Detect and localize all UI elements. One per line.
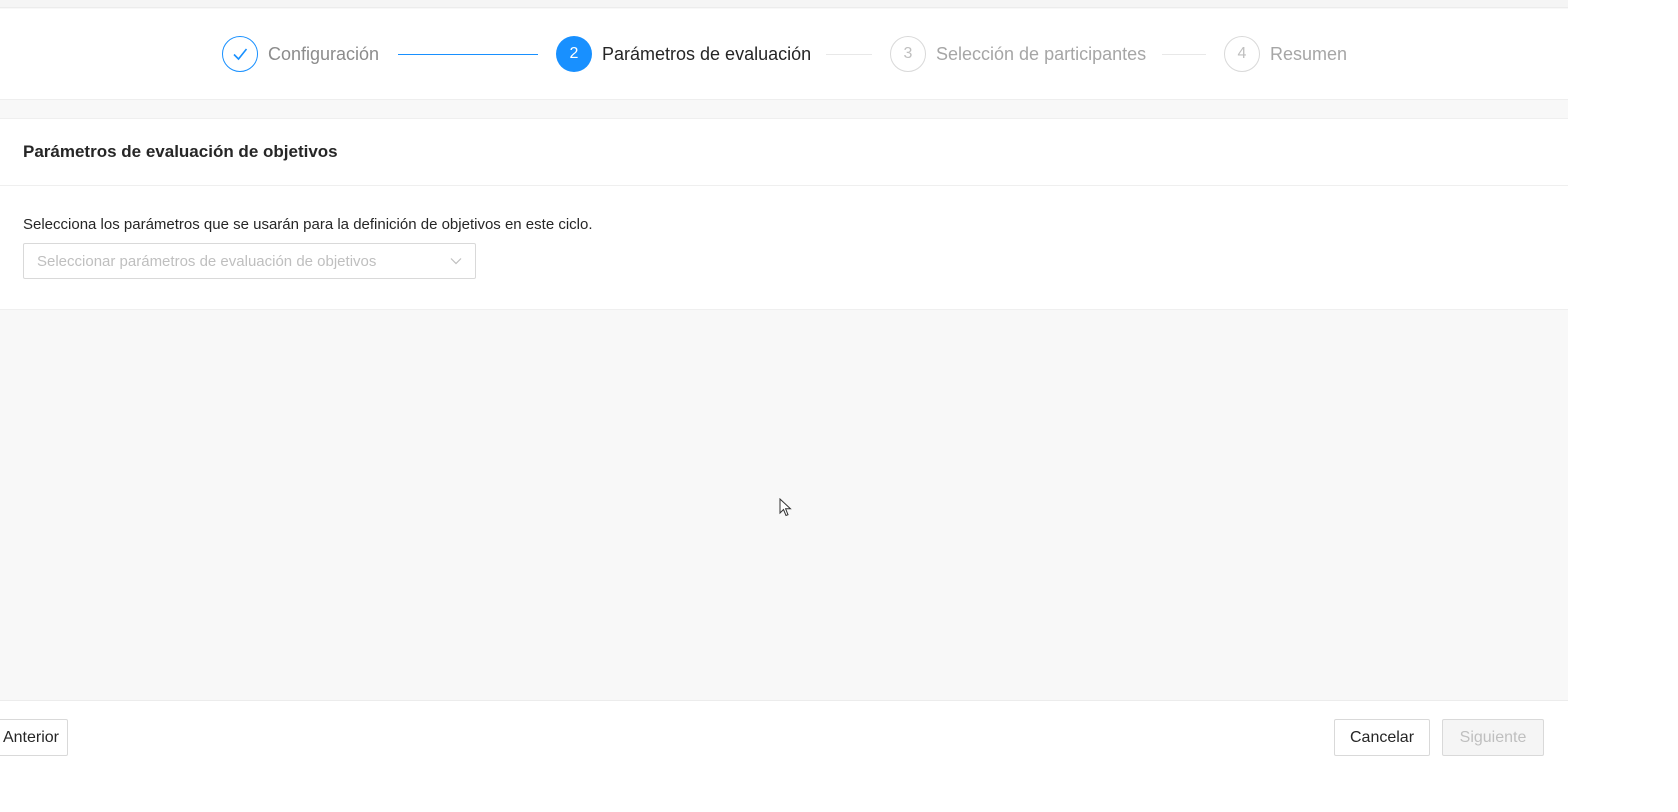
step-label: Selección de participantes bbox=[936, 43, 1147, 64]
card-description: Selecciona los parámetros que se usarán … bbox=[23, 216, 593, 233]
step-seleccion: 3 Selección de participantes bbox=[890, 36, 1146, 72]
step-resumen: 4 Resumen bbox=[1224, 36, 1347, 72]
wizard-footer: Anterior Cancelar Siguiente bbox=[0, 700, 1568, 812]
mouse-cursor-icon bbox=[779, 498, 792, 517]
select-placeholder: Seleccionar parámetros de evaluación de … bbox=[37, 252, 377, 270]
step-parametros[interactable]: 2 Parámetros de evaluación bbox=[556, 36, 811, 72]
step-number: 4 bbox=[1224, 36, 1260, 72]
step-number: 2 bbox=[556, 36, 592, 72]
cancel-button[interactable]: Cancelar bbox=[1334, 719, 1430, 756]
steps-bar: Configuración 2 Parámetros de evaluación… bbox=[0, 9, 1568, 100]
top-divider bbox=[0, 0, 1568, 8]
objectives-parameters-card: Parámetros de evaluación de objetivos Se… bbox=[0, 118, 1568, 310]
step-label: Configuración bbox=[268, 43, 380, 64]
wizard-page: Configuración 2 Parámetros de evaluación… bbox=[0, 0, 1568, 812]
next-button[interactable]: Siguiente bbox=[1442, 719, 1544, 756]
step-configuracion[interactable]: Configuración bbox=[222, 36, 379, 72]
step-connector bbox=[1162, 54, 1206, 55]
step-label: Resumen bbox=[1270, 43, 1348, 64]
step-number: 3 bbox=[890, 36, 926, 72]
step-connector bbox=[826, 54, 872, 55]
step-connector bbox=[398, 54, 538, 55]
previous-button[interactable]: Anterior bbox=[0, 719, 68, 756]
chevron-down-icon bbox=[449, 254, 463, 268]
check-icon bbox=[222, 36, 258, 72]
card-header: Parámetros de evaluación de objetivos bbox=[0, 119, 1568, 186]
parameters-select[interactable]: Seleccionar parámetros de evaluación de … bbox=[23, 243, 476, 279]
step-label: Parámetros de evaluación bbox=[602, 43, 812, 64]
card-body: Selecciona los parámetros que se usarán … bbox=[0, 186, 1568, 279]
card-title: Parámetros de evaluación de objetivos bbox=[23, 142, 338, 161]
